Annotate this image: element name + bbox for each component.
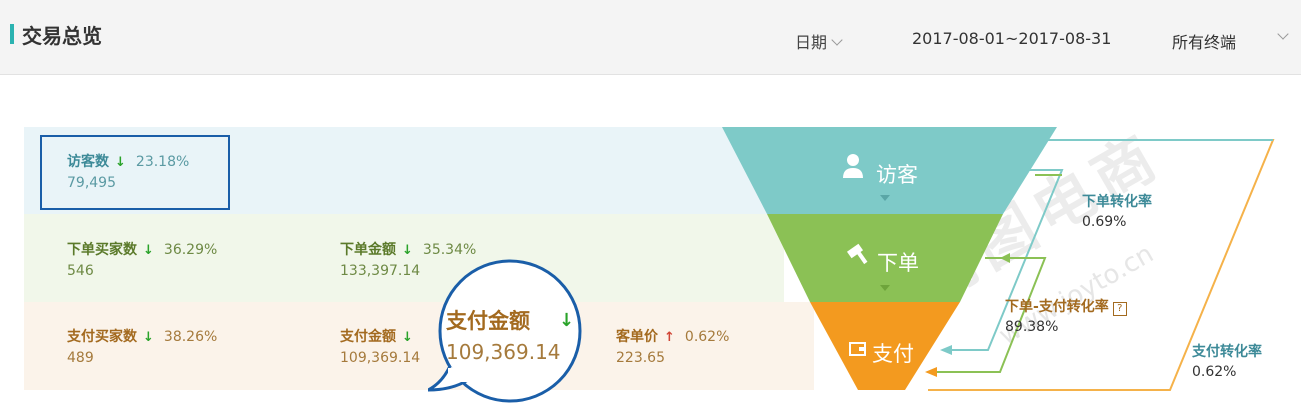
rate-value: 0.62% (1192, 364, 1237, 380)
arrow-left-icon (925, 367, 937, 377)
arrow-left-icon (1000, 253, 1010, 263)
rate-value: 0.69% (1082, 214, 1127, 230)
rate-name: 支付转化率 (1192, 344, 1262, 360)
funnel-label-visitors: 访客 (876, 163, 918, 187)
rate-pay: 支付转化率 0.62% (1192, 342, 1262, 382)
rate-name: 下单-支付转化率 (1005, 299, 1109, 315)
help-icon[interactable]: ? (1112, 302, 1127, 316)
arrow-left-icon (940, 345, 952, 355)
rate-name: 下单转化率 (1082, 194, 1152, 210)
rate-order: 下单转化率 0.69% (1082, 192, 1152, 232)
funnel-label-payment: 支付 (872, 342, 914, 366)
rate-value: 89.38% (1005, 319, 1059, 335)
rate-order-pay: 下单-支付转化率? 89.38% (1005, 297, 1127, 337)
funnel-label-orders: 下单 (877, 251, 919, 275)
